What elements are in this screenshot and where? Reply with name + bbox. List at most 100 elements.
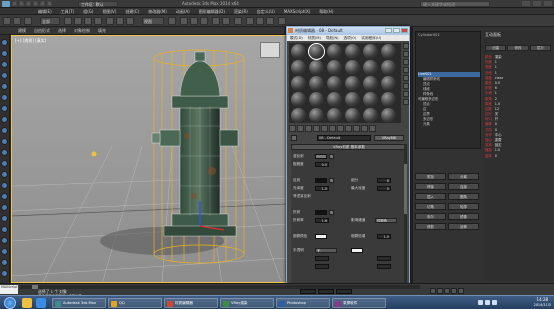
material-sample-slot[interactable] bbox=[291, 76, 306, 91]
material-sample-slot[interactable] bbox=[381, 60, 396, 75]
menu-item[interactable]: 自定义(U) bbox=[257, 8, 275, 14]
translucency-color-swatch[interactable] bbox=[351, 248, 363, 253]
basic-params-rollout[interactable]: VRay材质 基本参数 bbox=[291, 144, 407, 150]
scrollbar-thumb[interactable] bbox=[404, 164, 407, 214]
y-coord-field[interactable] bbox=[318, 289, 334, 294]
render-setup-icon[interactable] bbox=[278, 17, 286, 25]
left-tool-icon[interactable] bbox=[1, 149, 8, 156]
left-tool-icon[interactable] bbox=[1, 72, 8, 79]
play-icon[interactable] bbox=[444, 288, 450, 294]
left-tool-icon[interactable] bbox=[1, 83, 8, 90]
go-to-end-icon[interactable] bbox=[458, 288, 464, 294]
taskbar-item[interactable]: VRay渲染 bbox=[220, 298, 274, 308]
material-sample-slot[interactable] bbox=[363, 108, 378, 123]
left-tool-icon[interactable] bbox=[1, 39, 8, 46]
material-sample-slot[interactable] bbox=[291, 108, 306, 123]
material-id-icon[interactable] bbox=[337, 125, 344, 132]
get-material-icon[interactable] bbox=[289, 125, 296, 132]
new-file-icon[interactable] bbox=[12, 1, 17, 6]
menu-item[interactable]: 渲染(R) bbox=[234, 8, 248, 14]
material-sample-slot[interactable] bbox=[309, 60, 324, 75]
maximize-icon[interactable] bbox=[533, 1, 541, 6]
reflect-color-swatch[interactable] bbox=[315, 178, 327, 183]
maxscript-listener[interactable]: MAXScript 侦听器 bbox=[0, 285, 18, 294]
assign-to-selection-icon[interactable] bbox=[305, 125, 312, 132]
select-object-icon[interactable] bbox=[64, 17, 72, 25]
next-frame-icon[interactable] bbox=[451, 288, 457, 294]
taskbar-item[interactable]: QQ bbox=[108, 298, 162, 308]
redo-icon[interactable] bbox=[40, 1, 45, 6]
project-folder-icon[interactable] bbox=[47, 1, 52, 6]
minimize-icon[interactable] bbox=[522, 1, 530, 6]
ior-spinner[interactable]: 1.6 bbox=[315, 218, 329, 223]
left-tool-icon[interactable] bbox=[1, 215, 8, 222]
selection-filter-dropdown[interactable]: 全部 bbox=[40, 17, 60, 25]
fog-mult-spinner[interactable]: 1.0 bbox=[377, 234, 391, 239]
snap-icon[interactable] bbox=[180, 17, 188, 25]
geometry-button[interactable]: 轮廓 bbox=[448, 203, 479, 210]
geometry-button[interactable]: 圆角 bbox=[448, 193, 479, 200]
material-sample-slot[interactable] bbox=[327, 44, 342, 59]
reset-map-icon[interactable] bbox=[313, 125, 320, 132]
viewport-label[interactable]: [+] [透视] [真实] bbox=[15, 38, 46, 44]
material-sample-slot[interactable] bbox=[345, 60, 360, 75]
material-menu-item[interactable]: 模式(D) bbox=[290, 35, 303, 41]
material-sample-slot[interactable] bbox=[309, 76, 324, 91]
left-tool-icon[interactable] bbox=[1, 127, 8, 134]
taskbar-item[interactable]: Photoshop bbox=[276, 298, 330, 308]
material-sample-slot[interactable] bbox=[381, 44, 396, 59]
rotate-icon[interactable] bbox=[116, 17, 124, 25]
mirror-icon[interactable] bbox=[212, 17, 220, 25]
browser-pin-icon[interactable] bbox=[36, 298, 46, 308]
menu-item[interactable]: MAXScript(X) bbox=[284, 8, 310, 14]
network-icon[interactable] bbox=[478, 300, 483, 305]
command-panel-tab[interactable]: 层次 bbox=[529, 45, 551, 51]
left-tool-icon[interactable] bbox=[1, 182, 8, 189]
max-depth-spinner[interactable]: 5 bbox=[377, 186, 391, 191]
taskbar-item[interactable]: 材质编辑器 bbox=[164, 298, 218, 308]
menu-item[interactable]: 帮助(H) bbox=[319, 8, 333, 14]
perspective-viewport[interactable]: [+] [透视] [真实] bbox=[11, 35, 287, 283]
command-panel-tab[interactable]: 创建 bbox=[485, 45, 507, 51]
left-tool-icon[interactable] bbox=[1, 105, 8, 112]
rect-selection-icon[interactable] bbox=[84, 17, 92, 25]
ribbon-tab[interactable]: 对象绘制 bbox=[74, 28, 90, 34]
geometry-button[interactable]: 修剪 bbox=[415, 223, 446, 230]
left-tool-icon[interactable] bbox=[1, 50, 8, 57]
undo-icon[interactable] bbox=[33, 1, 38, 6]
background-icon[interactable] bbox=[403, 59, 409, 65]
material-sample-slot[interactable] bbox=[291, 60, 306, 75]
translucency-spinner-1[interactable] bbox=[315, 256, 329, 261]
make-unique-icon[interactable] bbox=[321, 125, 328, 132]
ime-icon[interactable] bbox=[492, 300, 497, 305]
geometry-button[interactable]: 布尔 bbox=[415, 213, 446, 220]
left-tool-icon[interactable] bbox=[1, 204, 8, 211]
menu-item[interactable]: 工具(T) bbox=[61, 8, 75, 14]
left-tool-icon[interactable] bbox=[1, 248, 8, 255]
go-to-parent-icon[interactable] bbox=[361, 125, 368, 132]
menu-item[interactable]: 组(G) bbox=[83, 8, 93, 14]
left-tool-icon[interactable] bbox=[1, 61, 8, 68]
fog-color-swatch[interactable] bbox=[315, 234, 327, 239]
open-file-icon[interactable] bbox=[19, 1, 24, 6]
material-sample-slot[interactable] bbox=[345, 108, 360, 123]
material-sample-slot[interactable] bbox=[363, 60, 378, 75]
select-by-name-icon[interactable] bbox=[74, 17, 82, 25]
fresnel-label[interactable]: 菲涅耳反射 bbox=[293, 194, 311, 199]
window-crossing-icon[interactable] bbox=[94, 17, 102, 25]
material-sample-slot[interactable] bbox=[381, 92, 396, 107]
time-slider[interactable] bbox=[20, 285, 420, 289]
material-sample-slot[interactable] bbox=[381, 76, 396, 91]
material-sample-slot[interactable] bbox=[327, 76, 342, 91]
menu-item[interactable]: 修改器(M) bbox=[148, 8, 167, 14]
menu-item[interactable]: 编辑(E) bbox=[38, 8, 52, 14]
ribbon-tab[interactable]: 选择 bbox=[58, 28, 66, 34]
material-menu-item[interactable]: 材质(M) bbox=[308, 35, 321, 41]
material-sample-slot[interactable] bbox=[381, 108, 396, 123]
maximize-icon[interactable] bbox=[393, 28, 400, 33]
roughness-spinner[interactable]: 0.0 bbox=[315, 162, 329, 167]
ribbon-tab[interactable]: 建模 bbox=[18, 28, 26, 34]
material-sample-slot[interactable] bbox=[291, 92, 306, 107]
left-tool-icon[interactable] bbox=[1, 259, 8, 266]
reflect-map-button[interactable] bbox=[329, 178, 334, 183]
